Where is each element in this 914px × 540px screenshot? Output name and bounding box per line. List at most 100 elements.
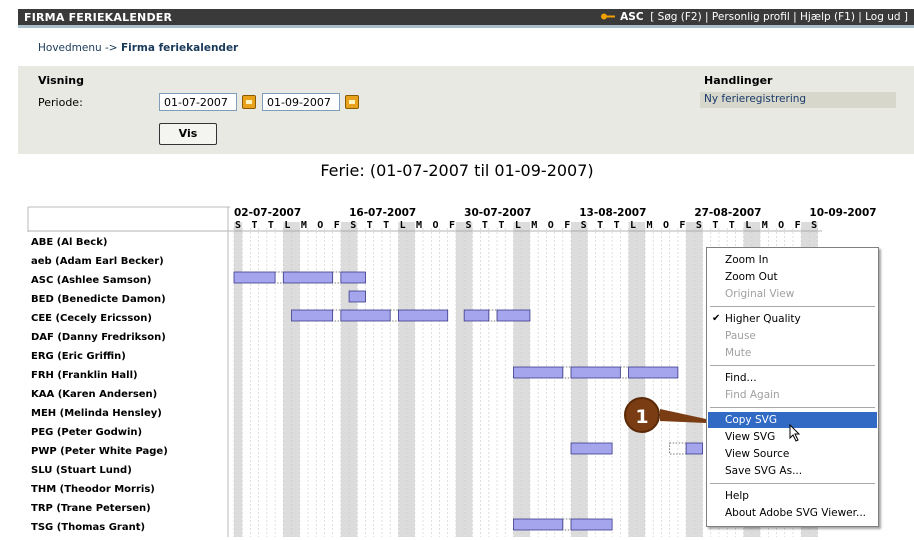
vacation-gap [332, 309, 342, 322]
search-link[interactable]: [ Søg (F2) [650, 11, 701, 23]
vacation-bar[interactable] [570, 366, 621, 379]
key-icon [600, 13, 615, 20]
vacation-gap [332, 271, 342, 284]
menu-item-zoom-in[interactable]: Zoom In [708, 252, 877, 268]
week-label: 10-09-2007 [809, 207, 876, 219]
employee-name[interactable]: PEG (Peter Godwin) [31, 427, 142, 438]
current-user: ASC [620, 11, 644, 23]
vacation-bar[interactable] [397, 309, 449, 322]
vacation-bar[interactable] [570, 442, 613, 455]
vacation-gap [389, 309, 399, 322]
weekend-band [349, 222, 358, 537]
weekend-band [283, 222, 292, 537]
menu-item-view-source[interactable]: View Source [708, 446, 877, 462]
employee-name[interactable]: ERG (Eric Griffin) [31, 351, 126, 362]
day-letter: L [630, 220, 636, 231]
vacation-bar[interactable] [513, 518, 564, 531]
day-letter: T [614, 220, 620, 231]
day-letter: F [449, 220, 455, 231]
header-right: ASC [ Søg (F2) | Personlig profil | Hjæl… [600, 11, 908, 23]
vacation-bar[interactable] [348, 290, 366, 303]
weekend-band [636, 222, 645, 537]
vacation-bar[interactable] [570, 518, 613, 531]
menu-item-mute: Mute [725, 347, 752, 359]
vacation-bar[interactable] [513, 366, 564, 379]
employee-name[interactable]: MEH (Melinda Hensley) [31, 408, 162, 419]
vacation-bar[interactable] [282, 271, 334, 284]
help-link[interactable]: Hjælp (F1) [800, 11, 855, 23]
employee-name[interactable]: aeb (Adam Earl Becker) [31, 256, 164, 267]
new-registration-link[interactable]: Ny ferieregistrering [700, 92, 896, 108]
day-letter: S [811, 220, 817, 231]
menu-separator [710, 483, 875, 484]
breadcrumb-root[interactable]: Hovedmenu [38, 42, 102, 54]
day-letter: S [350, 220, 356, 231]
day-letter: S [696, 220, 702, 231]
vacation-gap [619, 366, 629, 379]
menu-item-about-adobe-svg-viewer[interactable]: About Adobe SVG Viewer... [708, 505, 877, 521]
profile-link[interactable]: Personlig profil [712, 11, 790, 23]
day-letter: M [762, 220, 768, 231]
from-calendar-icon[interactable] [242, 95, 256, 109]
vacation-bar[interactable] [496, 309, 531, 322]
menu-item-higher-quality[interactable]: Higher Quality ✔ [708, 311, 877, 327]
app-header-bar: FIRMA FERIEKALENDER ASC [ Søg (F2) | Per… [18, 9, 914, 28]
vacation-gap [562, 518, 572, 531]
employee-name[interactable]: ASC (Ashlee Samson) [31, 275, 152, 286]
day-letter: F [795, 220, 801, 231]
page-title: Ferie: (01-07-2007 til 01-09-2007) [320, 161, 594, 180]
weekend-band [234, 222, 243, 537]
vacation-bar[interactable] [340, 271, 366, 284]
employee-name[interactable]: BED (Benedicte Damon) [31, 294, 166, 305]
day-letter: M [531, 220, 537, 231]
app-title: FIRMA FERIEKALENDER [24, 11, 173, 24]
vacation-bar[interactable] [685, 442, 703, 455]
day-letter: T [383, 220, 389, 231]
employee-name[interactable]: ABE (Al Beck) [31, 237, 107, 248]
menu-item-find[interactable]: Find... [708, 370, 877, 386]
weekend-band [571, 222, 580, 537]
employee-name[interactable]: SLU (Stuart Lund) [31, 465, 132, 476]
employee-name[interactable]: TSG (Thomas Grant) [31, 522, 145, 533]
weekend-band [694, 222, 703, 537]
day-letter: S [581, 220, 587, 231]
day-letter: F [679, 220, 685, 231]
employee-name[interactable]: KAA (Karen Andersen) [31, 389, 157, 400]
vacation-bar[interactable] [233, 271, 276, 284]
day-letter: F [334, 220, 340, 231]
show-button[interactable]: Vis [159, 123, 217, 145]
day-letter: T [729, 220, 735, 231]
vacation-bar[interactable] [628, 366, 679, 379]
weekend-band [406, 222, 415, 537]
employee-name[interactable]: FRH (Franklin Hall) [31, 370, 138, 381]
logout-link[interactable]: Log ud ] [865, 11, 908, 23]
from-date-input[interactable]: 01-07-2007 [159, 93, 237, 111]
weekend-band [686, 222, 695, 537]
vacation-gap [274, 271, 284, 284]
to-calendar-icon[interactable] [345, 95, 359, 109]
employee-name[interactable]: DAF (Danny Fredrikson) [31, 332, 166, 343]
day-letter: S [465, 220, 471, 231]
vacation-bar[interactable] [291, 309, 334, 322]
employee-name[interactable]: PWP (Peter White Page) [31, 446, 168, 457]
menu-separator [710, 365, 875, 366]
filter-panel: Visning Periode: 01-07-2007 01-09-2007 V… [18, 66, 914, 154]
week-label: 02-07-2007 [234, 207, 301, 219]
menu-item-help[interactable]: Help [708, 488, 877, 504]
day-letter: L [284, 220, 290, 231]
menu-item-save-svg-as[interactable]: Save SVG As... [708, 463, 877, 479]
to-date-input[interactable]: 01-09-2007 [262, 93, 340, 111]
day-letter: O [778, 220, 784, 231]
weekend-band [579, 222, 588, 537]
mouse-cursor-icon [789, 424, 801, 442]
vacation-bar[interactable] [340, 309, 391, 322]
day-letter: L [400, 220, 406, 231]
employee-name[interactable]: CEE (Cecely Ericsson) [31, 313, 152, 324]
menu-item-zoom-out[interactable]: Zoom Out [708, 269, 877, 285]
vacation-bar[interactable] [463, 309, 490, 322]
day-letter: T [251, 220, 257, 231]
employee-name[interactable]: THM (Theodor Morris) [31, 484, 155, 495]
employee-name[interactable]: TRP (Trane Petersen) [31, 503, 151, 514]
day-letter: F [564, 220, 570, 231]
week-label: 13-08-2007 [579, 207, 646, 219]
